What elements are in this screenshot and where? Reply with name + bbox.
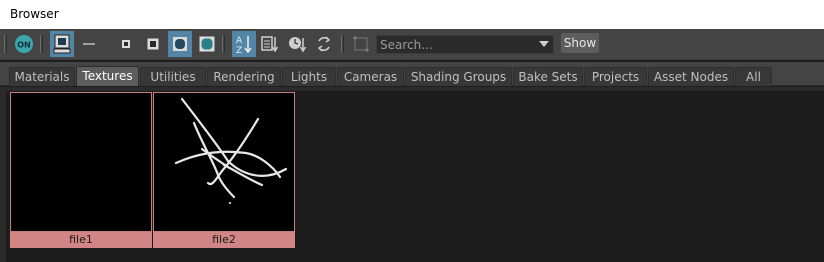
toolbar-separator xyxy=(222,35,225,53)
large-swatch-button[interactable] xyxy=(168,31,192,57)
tab-lights[interactable]: Lights xyxy=(282,67,336,86)
show-button[interactable]: Show xyxy=(561,33,599,53)
small-swatch-icon xyxy=(122,40,130,48)
svg-text:A: A xyxy=(236,36,243,46)
texture-swatch[interactable]: file1 xyxy=(10,92,152,249)
texture-thumbnail[interactable] xyxy=(153,92,295,232)
search-input[interactable] xyxy=(377,36,535,53)
chevron-down-icon[interactable] xyxy=(539,41,549,47)
refresh-icon xyxy=(317,36,331,52)
tab-rendering[interactable]: Rendering xyxy=(207,67,281,86)
texture-swatch[interactable]: file2 xyxy=(153,92,295,249)
render-swatch-button[interactable] xyxy=(50,31,74,57)
toolbar-separator xyxy=(40,35,43,53)
texture-thumbnail[interactable] xyxy=(10,92,152,232)
sort-time-icon xyxy=(289,37,307,53)
svg-text:ON: ON xyxy=(17,41,31,50)
large-swatch-icon xyxy=(173,37,187,51)
frame-icon xyxy=(353,36,369,52)
toolbar-separator xyxy=(4,35,7,53)
sort-alpha-icon: A Z xyxy=(236,36,252,55)
sort-alpha-button[interactable]: A Z xyxy=(232,31,256,57)
sort-time-button[interactable] xyxy=(286,31,308,57)
sort-type-button[interactable] xyxy=(259,31,281,57)
tab-bar: Materials Textures Utilities Rendering L… xyxy=(0,62,824,86)
texture-preview-image xyxy=(174,97,288,205)
tab-projects[interactable]: Projects xyxy=(584,67,647,86)
search-field[interactable] xyxy=(376,35,554,54)
xlarge-swatch-icon xyxy=(199,36,215,52)
medium-swatch-button[interactable] xyxy=(142,31,164,57)
line-icon xyxy=(83,43,95,45)
on-toggle-button[interactable]: ON xyxy=(13,31,35,57)
sort-type-icon xyxy=(261,36,279,53)
render-swatch-icon xyxy=(53,34,71,54)
medium-swatch-icon xyxy=(147,38,159,50)
tab-bake-sets[interactable]: Bake Sets xyxy=(513,67,583,86)
on-toggle-icon: ON xyxy=(15,35,33,53)
tab-utilities[interactable]: Utilities xyxy=(140,67,206,86)
frame-button[interactable] xyxy=(350,31,372,57)
window-title: Browser xyxy=(10,7,59,21)
xlarge-swatch-button[interactable] xyxy=(196,31,218,57)
swatch-label: file2 xyxy=(153,232,295,248)
tab-textures[interactable]: Textures xyxy=(76,66,139,86)
swatch-label: file1 xyxy=(10,232,152,248)
tab-shading-groups[interactable]: Shading Groups xyxy=(405,67,512,86)
tab-all[interactable]: All xyxy=(735,67,772,86)
tab-cameras[interactable]: Cameras xyxy=(337,67,404,86)
list-view-button[interactable] xyxy=(79,31,99,57)
small-swatch-button[interactable] xyxy=(116,31,136,57)
toolbar-separator xyxy=(341,35,344,53)
tab-materials[interactable]: Materials xyxy=(9,67,75,86)
svg-text:Z: Z xyxy=(236,46,242,55)
title-bar: Browser xyxy=(0,0,824,29)
tab-asset-nodes[interactable]: Asset Nodes xyxy=(648,67,734,86)
refresh-button[interactable] xyxy=(313,31,335,57)
